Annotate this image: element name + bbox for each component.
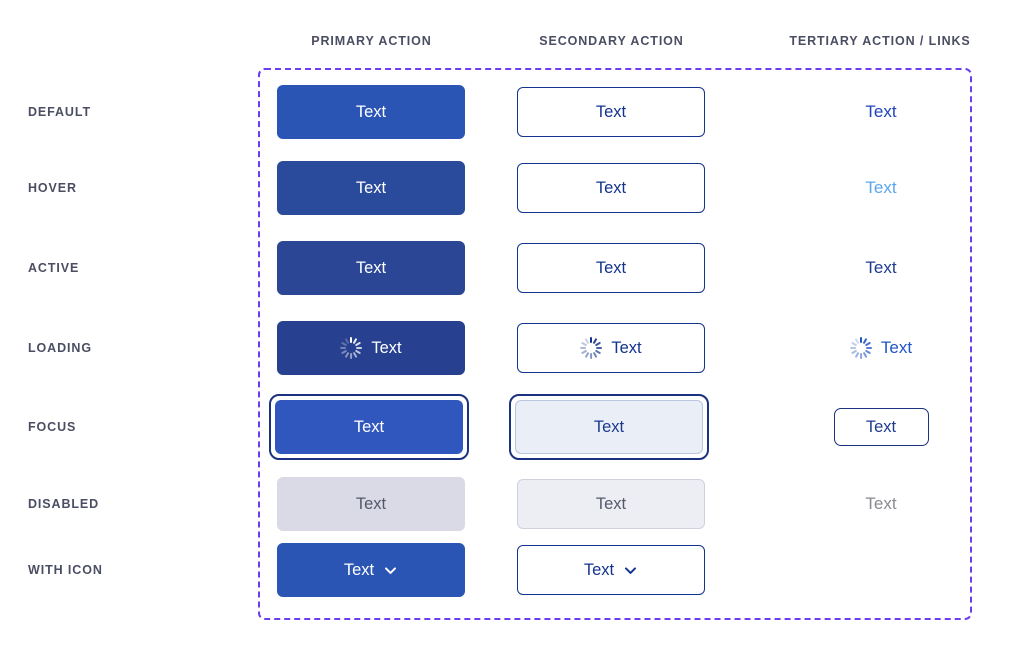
row-label-loading: LOADING	[28, 341, 92, 355]
cell-primary-loading: Text	[277, 308, 467, 388]
cell-primary-with-icon: Text	[277, 530, 467, 610]
secondary-default-button[interactable]: Text	[517, 87, 705, 137]
tertiary-focus-button[interactable]: Text	[833, 408, 929, 446]
tertiary-loading-link-label: Text	[880, 338, 913, 357]
cell-tertiary-hover: Text	[756, 148, 1006, 228]
secondary-focus-button[interactable]: Text	[515, 400, 703, 454]
primary-active-button[interactable]: Text	[277, 241, 465, 295]
primary-focus-button-label: Text	[353, 417, 385, 436]
secondary-loading-button[interactable]: Text	[517, 323, 705, 373]
row-default: DEFAULT Text Text Text	[0, 72, 1024, 152]
tertiary-focus-button-label: Text	[865, 417, 897, 436]
column-header-secondary-action: SECONDARY ACTION	[539, 34, 684, 48]
secondary-hover-button[interactable]: Text	[517, 163, 705, 213]
cell-secondary-focus: Text	[509, 387, 709, 467]
primary-focus-button[interactable]: Text	[275, 400, 463, 454]
row-loading: LOADING Text Text Text	[0, 308, 1024, 388]
cell-primary-active: Text	[277, 228, 467, 308]
row-label-with-icon: WITH ICON	[28, 563, 103, 577]
button-states-spec: PRIMARY ACTION SECONDARY ACTION TERTIARY…	[0, 0, 1024, 646]
spinner-icon	[580, 337, 603, 359]
tertiary-hover-link[interactable]: Text	[865, 178, 896, 198]
row-active: ACTIVE Text Text Text	[0, 228, 1024, 308]
row-hover: HOVER Text Text Text	[0, 148, 1024, 228]
cell-tertiary-with-icon	[756, 530, 1006, 610]
row-label-default: DEFAULT	[28, 105, 92, 119]
cell-secondary-loading: Text	[517, 308, 707, 388]
secondary-disabled-button: Text	[517, 479, 705, 529]
row-label-hover: HOVER	[28, 181, 77, 195]
cell-primary-hover: Text	[277, 148, 467, 228]
chevron-down-icon	[623, 563, 638, 578]
spinner-icon	[849, 337, 872, 359]
chevron-down-icon	[383, 563, 398, 578]
cell-primary-focus: Text	[269, 387, 469, 467]
column-header-tertiary-action: TERTIARY ACTION / LINKS	[789, 34, 971, 48]
primary-hover-button[interactable]: Text	[277, 161, 465, 215]
column-header-primary-action: PRIMARY ACTION	[311, 34, 432, 48]
tertiary-active-link[interactable]: Text	[865, 258, 896, 278]
secondary-hover-button-label: Text	[595, 178, 627, 197]
cell-secondary-default: Text	[517, 72, 707, 152]
column-header-row: PRIMARY ACTION SECONDARY ACTION TERTIARY…	[0, 28, 1024, 54]
cell-tertiary-focus: Text	[756, 387, 1006, 467]
row-with-icon: WITH ICON Text Text	[0, 530, 1024, 610]
cell-secondary-hover: Text	[517, 148, 707, 228]
secondary-focus-ring: Text	[509, 394, 709, 460]
secondary-default-button-label: Text	[595, 102, 627, 121]
secondary-active-button[interactable]: Text	[517, 243, 705, 293]
primary-active-button-label: Text	[355, 258, 387, 277]
row-label-focus: FOCUS	[28, 420, 77, 434]
secondary-loading-button-label: Text	[611, 338, 642, 357]
primary-hover-button-label: Text	[355, 178, 387, 197]
tertiary-loading-link[interactable]: Text	[849, 337, 913, 359]
cell-tertiary-active: Text	[756, 228, 1006, 308]
secondary-with-icon-button[interactable]: Text	[517, 545, 705, 595]
tertiary-hover-link-label: Text	[865, 178, 897, 197]
secondary-disabled-button-label: Text	[595, 494, 627, 513]
row-label-active: ACTIVE	[28, 261, 80, 275]
secondary-active-button-label: Text	[595, 258, 627, 277]
primary-loading-button[interactable]: Text	[277, 321, 465, 375]
primary-with-icon-button[interactable]: Text	[277, 543, 465, 597]
secondary-focus-button-label: Text	[593, 417, 625, 436]
tertiary-disabled-link: Text	[865, 494, 896, 514]
primary-disabled-button: Text	[277, 477, 465, 531]
tertiary-default-link[interactable]: Text	[865, 102, 896, 122]
primary-default-button-label: Text	[355, 102, 387, 121]
tertiary-default-link-label: Text	[865, 102, 897, 121]
primary-focus-ring: Text	[269, 394, 469, 460]
cell-tertiary-default: Text	[756, 72, 1006, 152]
cell-primary-default: Text	[277, 72, 467, 152]
cell-tertiary-loading: Text	[756, 308, 1006, 388]
row-focus: FOCUS Text Text Text	[0, 387, 1024, 467]
secondary-with-icon-button-label: Text	[583, 560, 615, 579]
cell-secondary-with-icon: Text	[517, 530, 707, 610]
primary-default-button[interactable]: Text	[277, 85, 465, 139]
tertiary-disabled-link-label: Text	[865, 494, 897, 513]
primary-disabled-button-label: Text	[355, 494, 387, 513]
tertiary-active-link-label: Text	[865, 258, 897, 277]
cell-secondary-active: Text	[517, 228, 707, 308]
spinner-icon	[340, 337, 363, 359]
primary-with-icon-button-label: Text	[343, 560, 375, 579]
primary-loading-button-label: Text	[371, 338, 402, 357]
